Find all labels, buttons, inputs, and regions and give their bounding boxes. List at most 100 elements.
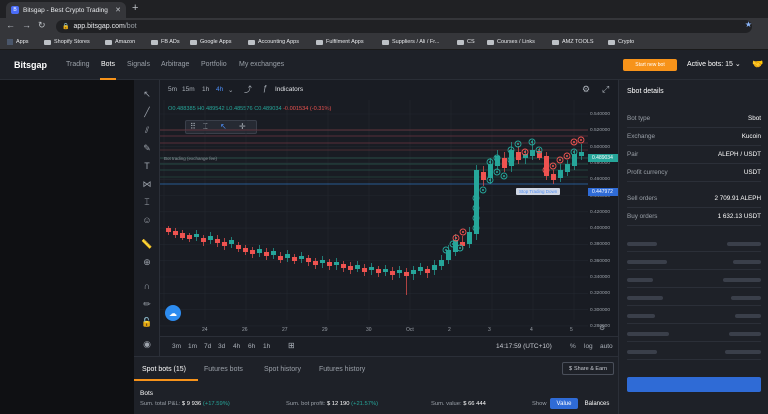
bookmark-amazon[interactable]: Amazon: [105, 39, 135, 45]
eye-icon[interactable]: ◉: [141, 338, 153, 350]
close-tab-icon[interactable]: ✕: [115, 6, 121, 14]
tab-spot-bots[interactable]: Spot bots (15): [142, 366, 186, 373]
percent-toggle[interactable]: %: [570, 343, 576, 350]
panel-action-button[interactable]: [627, 377, 761, 392]
date-tick-label: Oct: [406, 327, 414, 333]
candle: [411, 266, 416, 280]
folder-icon: [552, 39, 559, 45]
forward-icon[interactable]: →: [22, 20, 31, 30]
order-marker-dot: [559, 159, 561, 161]
price-chart[interactable]: 5m 15m 1h 4h ⌄ ⤴ ƒ Indicators ⚙ ⤢ O0.488…: [160, 80, 618, 356]
order-marker-dot: [573, 151, 575, 153]
log-toggle[interactable]: log: [584, 343, 593, 350]
time-info[interactable]: 14:17:59 (UTC+10): [496, 343, 552, 350]
measure-icon[interactable]: ⌶: [141, 196, 153, 208]
date-range-icon[interactable]: ⊞: [288, 341, 295, 350]
nav-bots[interactable]: Bots: [101, 61, 115, 68]
date-tick-label: 26: [242, 327, 248, 333]
bookmark-cs[interactable]: CS: [457, 39, 475, 45]
tab-spot-history[interactable]: Spot history: [264, 366, 301, 373]
url-field[interactable]: 🔒 app.bitsgap.com/bot: [56, 20, 752, 33]
bitsgap-logo[interactable]: Bitsgap: [14, 60, 47, 70]
cloud-sync-icon[interactable]: ☁: [165, 305, 181, 321]
lock-drawings-icon[interactable]: ✏: [141, 298, 153, 310]
order-marker-dot: [475, 227, 477, 229]
order-marker-dot: [489, 179, 491, 181]
auto-toggle[interactable]: auto: [600, 343, 613, 350]
price-tick-label: 0.460000: [590, 177, 611, 183]
new-tab-icon[interactable]: +: [132, 2, 138, 14]
trend-line-icon[interactable]: ╱: [141, 106, 153, 118]
date-tick-label: 30: [366, 327, 372, 333]
candle: [341, 261, 346, 272]
lock-icon[interactable]: 🔓: [141, 316, 153, 328]
bookmark-amz-tools[interactable]: AMZ TOOLS: [552, 39, 594, 45]
share-earn-button[interactable]: $ Share & Earn: [562, 362, 614, 375]
bookmark-star-icon[interactable]: ★: [745, 20, 752, 29]
emoji-icon[interactable]: ☺: [141, 214, 153, 226]
browser-tab[interactable]: B Bitsgap - Best Crypto Trading ✕: [6, 2, 126, 18]
bookmark-suppliers[interactable]: Suppliers / Ali / Fr...: [382, 39, 439, 45]
bot-profit: Sum. bot profit: $ 12 190 (+21.57%): [286, 401, 379, 407]
brush-icon[interactable]: ✎: [141, 142, 153, 154]
active-bots-dropdown[interactable]: Active bots: 15 ⌄: [687, 60, 741, 68]
start-new-bot-button[interactable]: Start new bot: [623, 59, 677, 71]
date-tick-label: 27: [282, 327, 288, 333]
tab-futures-bots[interactable]: Futures bots: [204, 366, 243, 373]
nav-arbitrage[interactable]: Arbitrage: [161, 61, 189, 68]
sbot-row-value: 2 709.91 ALEPH: [714, 195, 761, 202]
zoom-in-icon[interactable]: ⊕: [141, 256, 153, 268]
stop-price-tag: 0.447972: [588, 188, 618, 196]
candle: [222, 238, 227, 250]
back-icon[interactable]: ←: [6, 20, 15, 30]
bookmark-google-apps[interactable]: Google Apps: [190, 39, 232, 45]
cursor-icon[interactable]: ↖: [141, 88, 153, 100]
bookmark-accounting[interactable]: Accounting Apps: [248, 39, 299, 45]
range-3d[interactable]: 3d: [218, 343, 225, 350]
text-icon[interactable]: T: [141, 160, 153, 172]
order-marker-dot: [573, 141, 575, 143]
bookmark-shopify[interactable]: Shopify Stores: [44, 39, 90, 45]
show-balances-button[interactable]: Balances: [580, 398, 614, 409]
sbot-details-title: Sbot details: [627, 88, 664, 95]
sbot-row: Exchange Kucoin: [627, 128, 761, 146]
candle: [173, 228, 178, 238]
date-tick-label: 29: [322, 327, 328, 333]
nav-portfolio[interactable]: Portfolio: [201, 61, 227, 68]
axis-settings-icon[interactable]: ⚙: [599, 324, 605, 332]
bookmark-fulfilment[interactable]: Fulfilment Apps: [316, 39, 364, 45]
fib-icon[interactable]: ⫽: [141, 124, 153, 136]
stop-trading-label[interactable]: Stop Trading Down: [516, 188, 561, 195]
candle: [194, 230, 199, 241]
bookmark-fb-ads[interactable]: FB ADs: [151, 39, 180, 45]
bookmark-apps[interactable]: Apps: [7, 39, 29, 45]
sbot-row: Bot type Sbot: [627, 110, 761, 128]
range-7d[interactable]: 7d: [204, 343, 211, 350]
nav-signals[interactable]: Signals: [127, 61, 150, 68]
candle: [278, 252, 283, 263]
range-6h[interactable]: 6h: [248, 343, 255, 350]
range-1h[interactable]: 1h: [263, 343, 270, 350]
pattern-icon[interactable]: ⋈: [141, 178, 153, 190]
sbot-row-value: Sbot: [748, 115, 761, 122]
nav-my-exchanges[interactable]: My exchanges: [239, 61, 284, 68]
range-3m[interactable]: 3m: [172, 343, 181, 350]
active-tab-indicator: [134, 379, 198, 381]
candle: [397, 266, 402, 278]
referral-hand-icon[interactable]: 🤝: [752, 59, 763, 70]
ruler-icon[interactable]: 📏: [141, 238, 153, 250]
magnet-icon[interactable]: ∩: [141, 280, 153, 292]
range-4h[interactable]: 4h: [233, 343, 240, 350]
bookmark-crypto[interactable]: Crypto: [608, 39, 634, 45]
candle: [320, 256, 325, 268]
candle: [565, 160, 570, 176]
candle: [390, 267, 395, 280]
folder-icon: [44, 39, 51, 45]
reload-icon[interactable]: ↻: [38, 20, 46, 31]
price-tick-label: 0.500000: [590, 144, 611, 150]
show-value-button[interactable]: Value: [550, 398, 578, 409]
bookmark-courses[interactable]: Courses / Links: [487, 39, 535, 45]
tab-futures-history[interactable]: Futures history: [319, 366, 365, 373]
range-1m[interactable]: 1m: [188, 343, 197, 350]
nav-trading[interactable]: Trading: [66, 61, 89, 68]
